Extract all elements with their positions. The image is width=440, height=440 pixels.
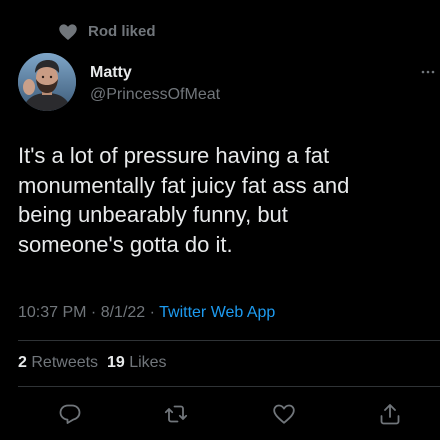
tweet-source-link[interactable]: Twitter Web App [159, 304, 275, 321]
likes-label: Likes [129, 354, 167, 371]
avatar-image [18, 53, 76, 111]
retweets-label: Retweets [31, 354, 99, 371]
retweets-count: 2 [18, 354, 27, 371]
author-handle[interactable]: @PrincessOfMeat [90, 86, 220, 104]
heart-icon [59, 24, 77, 40]
tweet-text-line: being unbearably funny, but [18, 202, 288, 227]
retweet-icon [164, 405, 188, 423]
reply-icon [59, 404, 81, 424]
likes-stat[interactable]: 19 Likes [107, 354, 167, 371]
reply-button[interactable] [58, 402, 82, 426]
social-context-text[interactable]: Rod liked [88, 23, 156, 40]
tweet-text-line: It's a lot of pressure having a fat [18, 143, 330, 168]
avatar[interactable] [18, 53, 76, 111]
share-icon [380, 404, 400, 425]
tweet-stats: 2 Retweets 19 Likes [18, 354, 167, 372]
divider [18, 340, 440, 341]
tweet-text: It's a lot of pressure having a fat monu… [18, 141, 428, 259]
tweet-text-line: someone's gotta do it. [18, 231, 233, 257]
meta-separator: · [86, 304, 101, 321]
tweet-time[interactable]: 10:37 PM [18, 304, 86, 321]
like-icon [273, 404, 295, 424]
share-button[interactable] [378, 402, 402, 426]
retweet-button[interactable] [164, 402, 188, 426]
meta-separator: · [145, 304, 160, 321]
retweets-stat[interactable]: 2 Retweets [18, 354, 98, 371]
tweet-date[interactable]: 8/1/22 [101, 304, 145, 321]
tweet-text-line: monumentally fat juicy fat ass and [18, 172, 350, 198]
likes-count: 19 [106, 354, 125, 371]
like-button[interactable] [272, 402, 296, 426]
more-options-icon[interactable] [420, 62, 436, 82]
author-name[interactable]: Matty [90, 64, 132, 82]
divider [18, 386, 440, 387]
tweet-meta: 10:37 PM · 8/1/22 · Twitter Web App [18, 304, 275, 322]
